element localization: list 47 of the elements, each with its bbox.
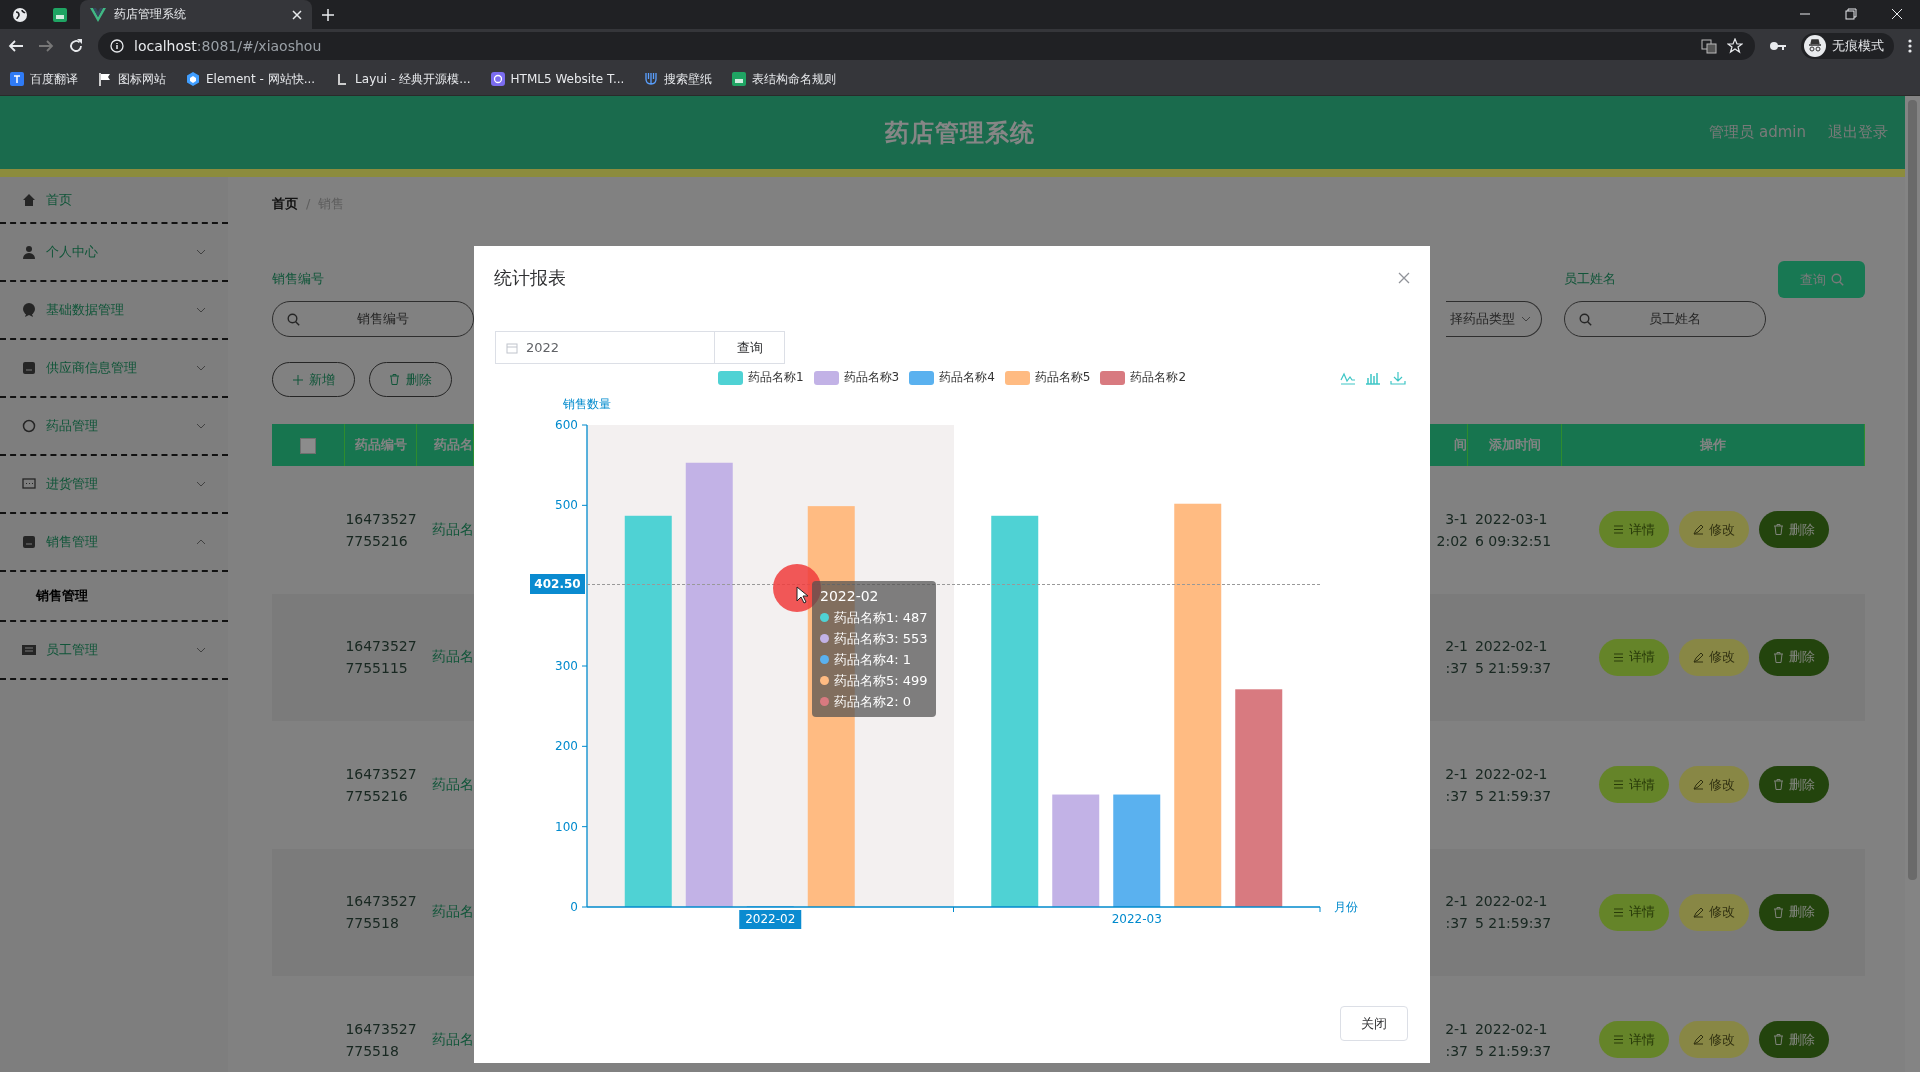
column-header: 添加时间 [1468, 424, 1562, 466]
table-cell-text: 2022-02-15 21:59:37 [1474, 764, 1553, 806]
tooltip-title: 2022-02 [820, 587, 880, 606]
table-cell-text: 2022-02-15 21:59:37 [1474, 892, 1553, 934]
table-cell-text: 2-1 :37 [1444, 1019, 1468, 1061]
field-label: 销售编号 [272, 271, 325, 287]
table-cell-text: 2-1 :37 [1444, 764, 1468, 806]
axis-pointer-label: 402.50 [530, 573, 585, 594]
column-header: 药品编号 [345, 424, 417, 466]
table-cell-text: 药品名 [431, 520, 474, 539]
tooltip-row: 药品名称1: 487 [820, 607, 928, 628]
table-cell-text: 2-1 :37 [1444, 637, 1468, 679]
axis-title: 销售数量 [563, 397, 611, 411]
column-header: 操作 [1562, 424, 1865, 466]
table-cell-text: 16473527775518 [345, 892, 417, 934]
separator: / [306, 195, 311, 213]
tooltip-row: 药品名称2: 0 [820, 691, 928, 712]
table-cell-text: 2022-03-16 09:32:51 [1474, 509, 1553, 551]
tooltip-row: 药品名称3: 553 [820, 628, 928, 649]
table-cell-text: 药品名 [431, 648, 474, 667]
table-cell-text: 药品名 [431, 1030, 474, 1049]
x-tick-label: 2022-02 [745, 912, 796, 926]
table-cell-text: 164735277755115 [345, 637, 417, 679]
table-cell-text: 2022-02-15 21:59:37 [1474, 637, 1553, 679]
axis-tick-label: 500 [555, 498, 578, 513]
table-cell-text: 2022-02-15 21:59:37 [1474, 1019, 1553, 1061]
axis-tick-label: 0 [570, 900, 578, 914]
axis-tick-label: 600 [555, 418, 578, 432]
user-name: 管理员 admin [1709, 123, 1806, 142]
table-cell-text: 药品名 [431, 775, 474, 794]
tooltip-row: 药品名称4: 1 [820, 649, 928, 670]
axis-tick-label: 2022-02 [739, 910, 802, 929]
axis-tick-label: 300 [555, 659, 578, 673]
axis-tick-label: 2022-03 [1111, 912, 1162, 926]
table-cell-text: 16473527775518 [345, 1019, 417, 1061]
table-cell-text: 164735277755216 [345, 764, 417, 806]
table-cell-text: 164735277755216 [345, 509, 417, 551]
table-cell-text: 2-1 :37 [1444, 892, 1468, 934]
axis-title: 月份 [1334, 900, 1358, 914]
table-cell-text: 3-1 2:02 [1435, 509, 1468, 551]
app-title: 药店管理系统 [885, 117, 1035, 149]
dialog-title: 统计报表 [494, 266, 566, 290]
axis-tick-label: 200 [555, 739, 578, 754]
field-label: 员工姓名 [1564, 271, 1617, 287]
tooltip-row: 药品名称5: 499 [820, 670, 928, 691]
table-cell-text: 药品名 [431, 903, 474, 922]
axis-tick-label: 100 [555, 819, 578, 834]
